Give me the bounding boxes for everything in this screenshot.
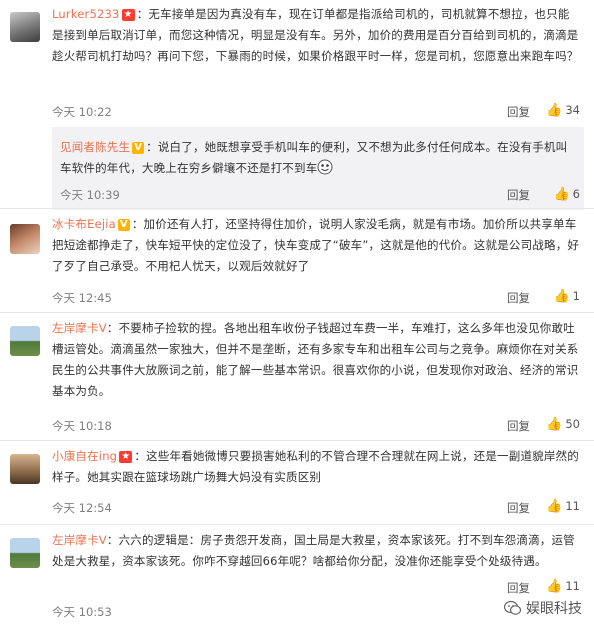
like-count: 34 bbox=[565, 103, 580, 117]
reply-button[interactable]: 回复 bbox=[507, 580, 530, 596]
thumbs-up-icon: 👍 bbox=[546, 499, 563, 514]
comment-text: ：六六的逻辑是：房子贵怨开发商，国土局是大救星，资本家该死。打不到车怨滴滴，运管… bbox=[52, 533, 575, 568]
like-button[interactable]: 👍 50 bbox=[546, 417, 580, 432]
like-button[interactable]: 👍 1 bbox=[553, 289, 580, 304]
star-badge-icon: ★ bbox=[121, 9, 135, 21]
divider bbox=[0, 312, 594, 313]
timestamp: 今天 10:18 bbox=[52, 419, 112, 433]
like-count: 1 bbox=[572, 289, 580, 303]
reply-button[interactable]: 回复 bbox=[507, 418, 530, 434]
reply-button[interactable]: 回复 bbox=[507, 187, 530, 203]
username[interactable]: 见闻者陈先生 bbox=[60, 140, 130, 154]
username[interactable]: 小康自在ing bbox=[52, 449, 117, 463]
avatar[interactable] bbox=[10, 454, 40, 484]
nested-reply: 见闻者陈先生 V ：说白了，她既想享受手机叫车的便利，又不想为此多付任何成本。在没有… bbox=[52, 127, 584, 210]
timestamp: 今天 12:45 bbox=[52, 291, 112, 305]
watermark: 娱眼科技 bbox=[504, 598, 582, 618]
like-button[interactable]: 👍 11 bbox=[546, 579, 580, 594]
smiley-face-icon bbox=[317, 159, 333, 175]
timestamp: 今天 12:54 bbox=[52, 501, 112, 515]
timestamp: 今天 10:39 bbox=[60, 188, 120, 202]
username[interactable]: 左岸摩卡V bbox=[52, 533, 107, 547]
avatar[interactable] bbox=[10, 538, 40, 568]
like-count: 6 bbox=[572, 187, 580, 201]
username[interactable]: 左岸摩卡V bbox=[52, 321, 107, 335]
comment-item: 小康自在ing ★ ：这些年看她微博只要损害她私利的不管合理不合理就在网上说，还是一… bbox=[0, 442, 594, 526]
divider bbox=[0, 440, 594, 441]
thumbs-up-icon: 👍 bbox=[553, 289, 570, 304]
username[interactable]: Lurker5233 bbox=[52, 7, 120, 21]
comment-item: 左岸摩卡V：不要柿子捡软的捏。各地出租车收份子钱超过车费一半，车难打，这么多年也… bbox=[0, 314, 594, 442]
like-count: 11 bbox=[565, 579, 580, 593]
like-count: 50 bbox=[565, 417, 580, 431]
verified-badge-icon: V bbox=[132, 142, 145, 154]
verified-badge-icon: V bbox=[117, 219, 130, 231]
comment-text: ：不要柿子捡软的捏。各地出租车收份子钱超过车费一半，车难打，这么多年也没见你敢吐… bbox=[52, 321, 579, 398]
timestamp: 今天 10:53 bbox=[52, 605, 112, 619]
reply-button[interactable]: 回复 bbox=[507, 500, 530, 516]
divider bbox=[0, 524, 594, 525]
comment-item: 冰卡布Eejia V ：加价还有人打，还坚持得住加价，说明人家没毛病，就是有市场。加… bbox=[0, 210, 594, 314]
thumbs-up-icon: 👍 bbox=[546, 417, 563, 432]
thumbs-up-icon: 👍 bbox=[546, 103, 563, 118]
reply-button[interactable]: 回复 bbox=[507, 104, 530, 120]
like-count: 11 bbox=[565, 499, 580, 513]
like-button[interactable]: 👍 6 bbox=[553, 187, 580, 202]
wechat-icon bbox=[504, 600, 522, 615]
star-badge-icon: ★ bbox=[119, 451, 133, 463]
comment-text: ：加价还有人打，还坚持得住加价，说明人家没毛病，就是有市场。加价所以共享单车把短… bbox=[52, 217, 580, 273]
avatar[interactable] bbox=[10, 224, 40, 254]
reply-button[interactable]: 回复 bbox=[507, 290, 530, 306]
watermark-text: 娱眼科技 bbox=[526, 601, 582, 617]
like-button[interactable]: 👍 34 bbox=[546, 103, 580, 118]
thumbs-up-icon: 👍 bbox=[553, 187, 570, 202]
comment-item: Lurker5233 ★ ：无车接单是因为真没有车，现在订单都是指派给司机的，司机就… bbox=[0, 0, 594, 228]
username[interactable]: 冰卡布Eejia bbox=[52, 217, 116, 231]
avatar[interactable] bbox=[10, 326, 40, 356]
divider bbox=[0, 208, 594, 209]
avatar[interactable] bbox=[10, 12, 40, 42]
like-button[interactable]: 👍 11 bbox=[546, 499, 580, 514]
thumbs-up-icon: 👍 bbox=[546, 579, 563, 594]
timestamp: 今天 10:22 bbox=[52, 105, 112, 119]
